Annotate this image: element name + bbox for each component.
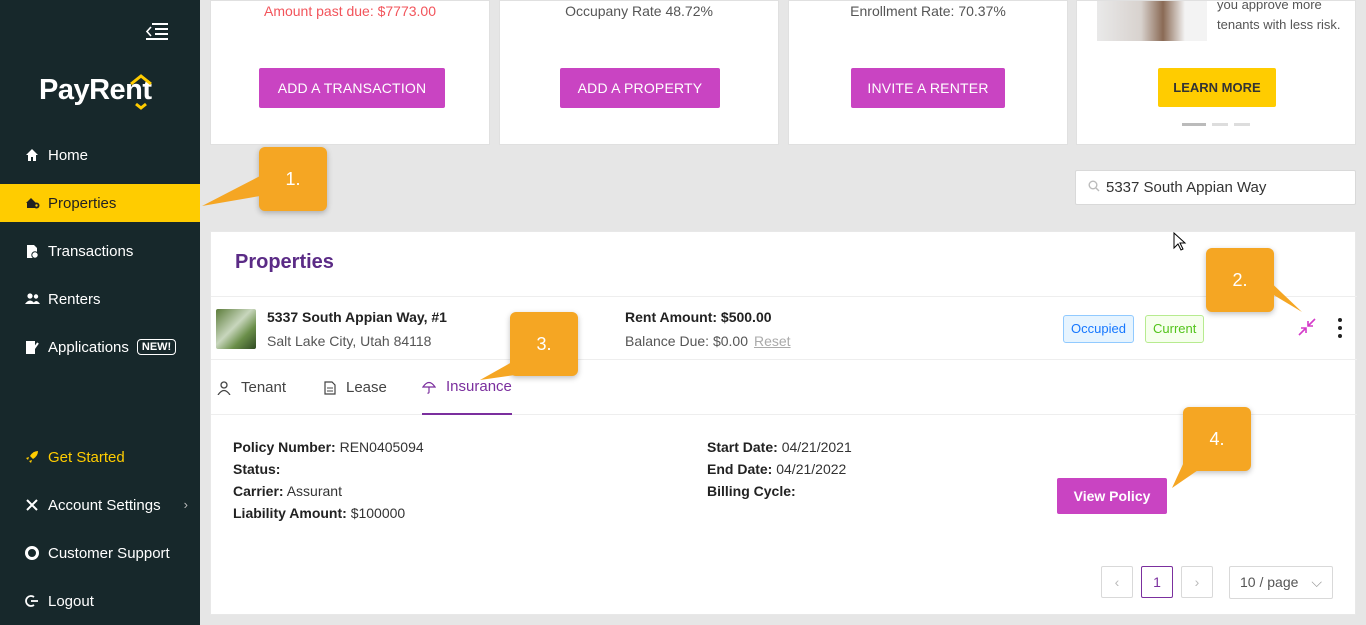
settings-icon <box>24 497 40 513</box>
umbrella-icon <box>422 380 436 394</box>
carrier-value: Assurant <box>286 483 342 499</box>
sidebar-item-label: Home <box>48 146 89 164</box>
sidebar-item-home[interactable]: Home <box>0 136 200 174</box>
tab-label: Tenant <box>241 379 287 396</box>
sidebar-item-renters[interactable]: Renters <box>0 280 200 318</box>
collapse-icon[interactable] <box>1297 317 1317 337</box>
liability-line: Liability Amount: $100000 <box>233 505 406 521</box>
tab-lease[interactable]: Lease <box>324 360 387 415</box>
balance-due: Balance Due: $0.00 Reset <box>625 333 791 349</box>
add-property-button[interactable]: ADD A PROPERTY <box>560 68 720 108</box>
callout-2-pointer <box>1264 276 1302 312</box>
home-icon <box>24 147 40 163</box>
sidebar-item-label: Get Started <box>48 448 125 466</box>
sidebar-item-label: Account Settings <box>48 496 161 514</box>
prev-page-button[interactable]: ‹ <box>1101 566 1133 598</box>
callout-3-pointer <box>480 362 522 380</box>
sidebar-item-label: Customer Support <box>48 544 170 562</box>
sidebar-item-label: Transactions <box>48 242 134 260</box>
chevron-down-icon: ⌵ <box>1311 574 1322 590</box>
sidebar-item-logout[interactable]: Logout <box>0 582 200 620</box>
mouse-cursor-icon <box>1173 232 1187 251</box>
sidebar-item-account-settings[interactable]: Account Settings › <box>0 486 200 524</box>
status-badge-current: Current <box>1145 315 1205 343</box>
sidebar-item-properties[interactable]: Properties <box>0 184 200 222</box>
menu-collapse-icon[interactable] <box>146 22 168 42</box>
sidebar-item-applications[interactable]: Applications NEW! <box>0 328 200 366</box>
policy-number-line: Policy Number: REN0405094 <box>233 439 424 455</box>
status-line: Status: <box>233 461 281 477</box>
promo-text: you approve more tenants with less risk. <box>1217 0 1341 32</box>
property-row[interactable]: 5337 South Appian Way, #1 Salt Lake City… <box>211 296 1357 360</box>
chevron-left-icon: ‹ <box>1114 574 1120 590</box>
search-icon <box>1088 179 1100 196</box>
sidebar-item-get-started[interactable]: Get Started <box>0 438 200 476</box>
document-icon <box>324 380 336 395</box>
enrollment-stat: Enrollment Rate: 70.37% <box>850 3 1006 19</box>
applications-icon <box>24 339 40 355</box>
sidebar-item-label: Renters <box>48 290 101 308</box>
end-date-line: End Date: 04/21/2022 <box>707 461 847 477</box>
more-options-icon[interactable] <box>1337 317 1343 339</box>
past-due-stat: Amount past due: $7773.00 <box>263 3 437 19</box>
insurance-details-left: Policy Number: REN0405094 Status: Carrie… <box>233 436 424 524</box>
chevron-right-icon: › <box>1194 574 1200 590</box>
search-value: 5337 South Appian Way <box>1106 179 1267 196</box>
insurance-details-right: Start Date: 04/21/2021 End Date: 04/21/2… <box>707 436 852 502</box>
sidebar-item-label: Properties <box>48 194 117 212</box>
rent-amount: Rent Amount: $500.00 <box>625 309 772 325</box>
transactions-icon <box>24 243 40 259</box>
new-badge: NEW! <box>136 339 177 355</box>
promo-card: you approve more tenants with less risk.… <box>1076 0 1356 145</box>
logout-icon <box>24 593 40 609</box>
liability-value: $100000 <box>350 505 406 521</box>
status-badge-occupied: Occupied <box>1063 315 1134 343</box>
property-thumbnail <box>216 309 256 349</box>
support-icon <box>24 545 40 561</box>
carrier-line: Carrier: Assurant <box>233 483 342 499</box>
promo-image <box>1097 1 1207 41</box>
occupancy-stat: Occupany Rate 48.72% <box>565 3 713 19</box>
tab-label: Lease <box>346 379 387 396</box>
page-size-select[interactable]: 10 / page ⌵ <box>1229 566 1333 599</box>
balance-due-value: Balance Due: $0.00 <box>625 333 748 349</box>
sidebar-item-label: Applications <box>48 338 129 356</box>
enrollment-card: Enrollment Rate: 70.37% INVITE A RENTER <box>788 0 1068 145</box>
chevron-right-icon: › <box>183 497 188 512</box>
page-title: Properties <box>235 251 334 273</box>
property-tabs: Tenant Lease Insurance <box>211 360 1357 415</box>
next-page-button[interactable]: › <box>1181 566 1213 598</box>
reset-link[interactable]: Reset <box>754 333 791 349</box>
properties-icon <box>24 195 40 211</box>
page-1-button[interactable]: 1 <box>1141 566 1173 598</box>
sidebar-item-label: Logout <box>48 592 94 610</box>
view-policy-button[interactable]: View Policy <box>1057 478 1167 514</box>
start-date-line: Start Date: 04/21/2021 <box>707 439 852 455</box>
add-transaction-button[interactable]: ADD A TRANSACTION <box>259 68 445 108</box>
occupancy-card: Occupany Rate 48.72% ADD A PROPERTY <box>499 0 779 145</box>
carousel-dots[interactable] <box>1182 123 1250 126</box>
rocket-icon <box>24 449 40 465</box>
end-date-value: 04/21/2022 <box>776 461 847 477</box>
property-city: Salt Lake City, Utah 84118 <box>267 333 432 349</box>
page-size-value: 10 / page <box>1240 574 1299 590</box>
logo-roof-icon <box>130 74 152 110</box>
callout-1-pointer <box>202 176 260 206</box>
tab-tenant[interactable]: Tenant <box>217 360 286 415</box>
callout-1: 1. <box>259 147 327 211</box>
policy-number-value: REN0405094 <box>339 439 424 455</box>
billing-cycle-line: Billing Cycle: <box>707 483 796 499</box>
renters-icon <box>24 291 40 307</box>
sidebar: PayRent Home Properties Transactions Ren… <box>0 0 200 625</box>
sidebar-item-transactions[interactable]: Transactions <box>0 232 200 270</box>
callout-4-pointer <box>1172 462 1204 488</box>
past-due-card: Amount past due: $7773.00 ADD A TRANSACT… <box>210 0 490 145</box>
sidebar-item-customer-support[interactable]: Customer Support <box>0 534 200 572</box>
start-date-value: 04/21/2021 <box>781 439 852 455</box>
property-search-input[interactable]: 5337 South Appian Way <box>1075 170 1356 205</box>
invite-renter-button[interactable]: INVITE A RENTER <box>851 68 1005 108</box>
learn-more-button[interactable]: LEARN MORE <box>1158 68 1276 107</box>
user-icon <box>217 380 231 395</box>
property-address[interactable]: 5337 South Appian Way, #1 <box>267 309 447 325</box>
